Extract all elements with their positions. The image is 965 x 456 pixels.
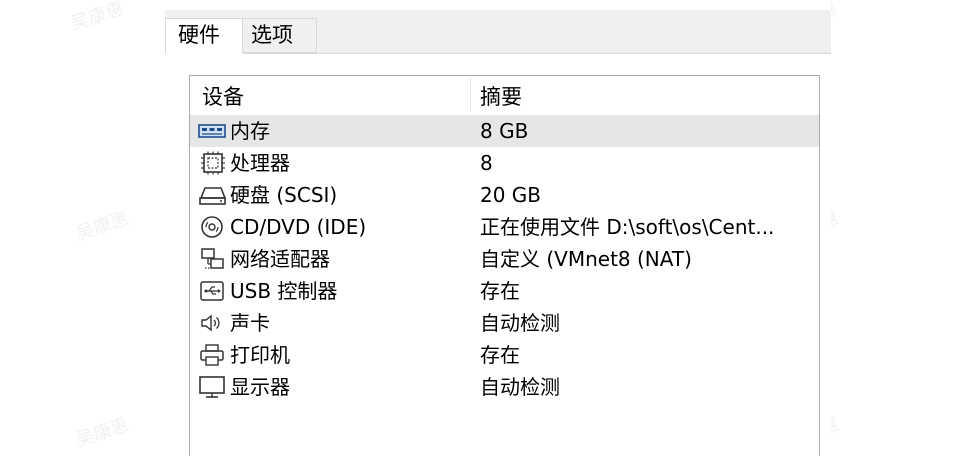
column-header-summary[interactable]: 摘要 [480, 81, 522, 111]
column-header-device[interactable]: 设备 [202, 81, 244, 111]
device-name: 显示器 [230, 375, 290, 399]
device-name: 硬盘 (SCSI) [230, 183, 338, 207]
printer-icon [200, 344, 224, 366]
memory-icon [198, 124, 226, 138]
tab-hardware[interactable]: 硬件 [165, 18, 243, 54]
vm-settings-window: 硬件 选项 设备 摘要 内存 8 GB 处理器 8 硬盘 (SCSI) 20 G… [165, 0, 831, 456]
usb-controller-icon [200, 281, 224, 301]
device-name: CD/DVD (IDE) [230, 215, 367, 239]
tab-options[interactable]: 选项 [243, 18, 317, 53]
cd-dvd-icon [201, 216, 223, 238]
device-summary: 存在 [480, 343, 520, 367]
device-summary: 存在 [480, 279, 520, 303]
device-summary: 自定义 (VMnet8 (NAT) [480, 247, 692, 271]
list-header: 设备 摘要 [190, 76, 819, 114]
device-row-network-adapter[interactable]: 网络适配器 自定义 (VMnet8 (NAT) [190, 243, 819, 275]
network-adapter-icon [201, 248, 224, 269]
device-name: 声卡 [230, 311, 270, 335]
watermark: 吴康惠 [73, 208, 132, 245]
device-summary: 8 [480, 151, 493, 175]
hardware-device-list: 设备 摘要 内存 8 GB 处理器 8 硬盘 (SCSI) 20 GB CD/D… [189, 75, 820, 456]
device-summary: 自动检测 [480, 375, 560, 399]
device-name: 内存 [230, 119, 270, 143]
watermark: 吴康惠 [68, 0, 127, 35]
device-name: 网络适配器 [230, 247, 330, 271]
device-row-memory[interactable]: 内存 8 GB [190, 115, 819, 147]
tab-bar: 硬件 选项 [165, 10, 831, 54]
speaker-icon [201, 314, 220, 332]
column-divider[interactable] [470, 78, 471, 112]
device-row-printer[interactable]: 打印机 存在 [190, 339, 819, 371]
device-summary: 正在使用文件 D:\soft\os\Cent... [480, 215, 775, 239]
device-row-usb-controller[interactable]: USB 控制器 存在 [190, 275, 819, 307]
device-row-sound-card[interactable]: 声卡 自动检测 [190, 307, 819, 339]
device-name: 打印机 [230, 343, 290, 367]
hard-disk-icon [199, 187, 227, 205]
device-row-hard-disk[interactable]: 硬盘 (SCSI) 20 GB [190, 179, 819, 211]
device-summary: 自动检测 [480, 311, 560, 335]
device-row-processor[interactable]: 处理器 8 [190, 147, 819, 179]
monitor-icon [199, 376, 225, 398]
device-row-display[interactable]: 显示器 自动检测 [190, 371, 819, 403]
device-summary: 20 GB [480, 183, 542, 207]
device-row-cd-dvd[interactable]: CD/DVD (IDE) 正在使用文件 D:\soft\os\Cent... [190, 211, 819, 243]
device-summary: 8 GB [480, 119, 529, 143]
processor-icon [201, 151, 225, 175]
device-name: 处理器 [230, 151, 290, 175]
device-name: USB 控制器 [230, 279, 338, 303]
watermark: 吴康惠 [73, 414, 132, 451]
